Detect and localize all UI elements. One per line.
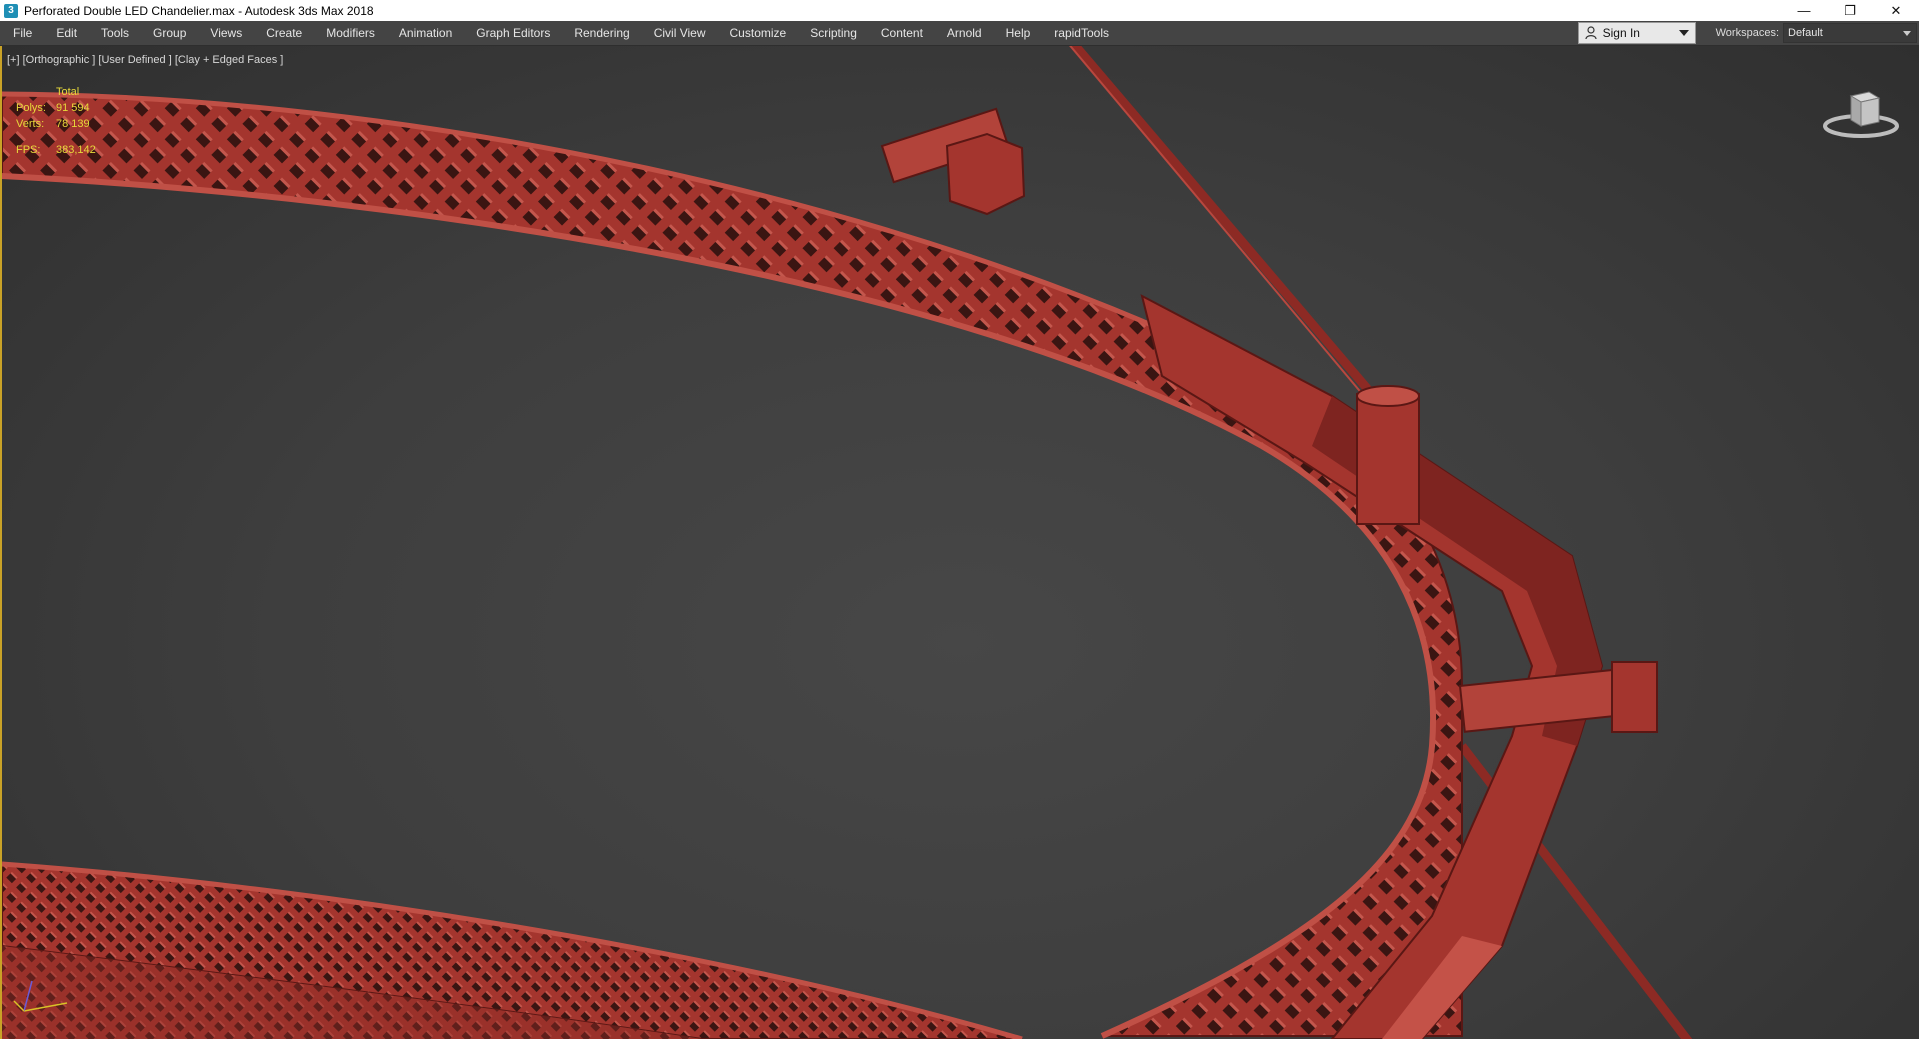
connector-cap xyxy=(1611,661,1658,733)
menu-content[interactable]: Content xyxy=(869,21,935,45)
fps-value: 383,142 xyxy=(56,144,96,156)
minimize-button[interactable]: — xyxy=(1781,0,1827,21)
close-button[interactable]: ✕ xyxy=(1873,0,1919,21)
menu-help[interactable]: Help xyxy=(994,21,1043,45)
menu-group[interactable]: Group xyxy=(141,21,198,45)
fps-label: FPS: xyxy=(16,144,41,156)
chandelier-model[interactable] xyxy=(2,46,1919,1039)
connector-cap xyxy=(945,132,1026,216)
connector-arm xyxy=(1458,668,1626,733)
chevron-down-icon xyxy=(1903,31,1911,36)
polys-label: Polys: xyxy=(16,102,46,114)
menu-modifiers[interactable]: Modifiers xyxy=(314,21,387,45)
viewport-label[interactable]: [+] [Orthographic ] [User Defined ] [Cla… xyxy=(7,54,283,66)
restore-button[interactable]: ❐ xyxy=(1827,0,1873,21)
menu-edit[interactable]: Edit xyxy=(44,21,89,45)
sign-in-label: Sign In xyxy=(1602,26,1640,40)
menu-bar: File Edit Tools Group Views Create Modif… xyxy=(0,21,1919,46)
menu-rendering[interactable]: Rendering xyxy=(562,21,641,45)
menu-civil-view[interactable]: Civil View xyxy=(642,21,718,45)
perspective-viewport[interactable]: [+] [Orthographic ] [User Defined ] [Cla… xyxy=(0,46,1919,1039)
menu-rapidtools[interactable]: rapidTools xyxy=(1042,21,1121,45)
chevron-down-icon xyxy=(1678,30,1689,36)
sign-in-dropdown[interactable]: Sign In xyxy=(1577,22,1696,44)
window-title: Perforated Double LED Chandelier.max - A… xyxy=(24,3,374,18)
menu-arnold[interactable]: Arnold xyxy=(935,21,994,45)
3dsmax-app-icon[interactable]: 3 xyxy=(4,3,18,18)
menu-animation[interactable]: Animation xyxy=(387,21,464,45)
workspaces-label: Workspaces: xyxy=(1715,27,1779,39)
menu-scripting[interactable]: Scripting xyxy=(798,21,869,45)
viewcube-icon[interactable] xyxy=(1821,82,1901,142)
title-bar: 3 Perforated Double LED Chandelier.max -… xyxy=(0,0,1919,21)
menu-file[interactable]: File xyxy=(0,21,44,45)
menu-create[interactable]: Create xyxy=(254,21,314,45)
connector-cap xyxy=(1356,385,1420,407)
workspaces-value: Default xyxy=(1788,27,1823,39)
menu-graph-editors[interactable]: Graph Editors xyxy=(464,21,562,45)
menu-customize[interactable]: Customize xyxy=(718,21,799,45)
workspaces-select[interactable]: Default xyxy=(1783,23,1917,43)
menu-tools[interactable]: Tools xyxy=(89,21,141,45)
menu-views[interactable]: Views xyxy=(198,21,254,45)
verts-value: 78 139 xyxy=(56,118,90,130)
viewport-statistics: Total Polys: 91 594 Verts: 78 139 FPS: 383,… xyxy=(16,84,96,158)
axis-tripod-icon xyxy=(13,980,68,1012)
window-controls: — ❐ ✕ xyxy=(1781,0,1919,21)
stats-header: Total xyxy=(56,86,80,98)
user-icon xyxy=(1585,26,1597,40)
verts-label: Verts: xyxy=(16,118,45,130)
polys-value: 91 594 xyxy=(56,102,90,114)
connector-cylinder xyxy=(1356,393,1420,525)
menubar-right: Sign In Workspaces: Default xyxy=(1577,21,1919,45)
